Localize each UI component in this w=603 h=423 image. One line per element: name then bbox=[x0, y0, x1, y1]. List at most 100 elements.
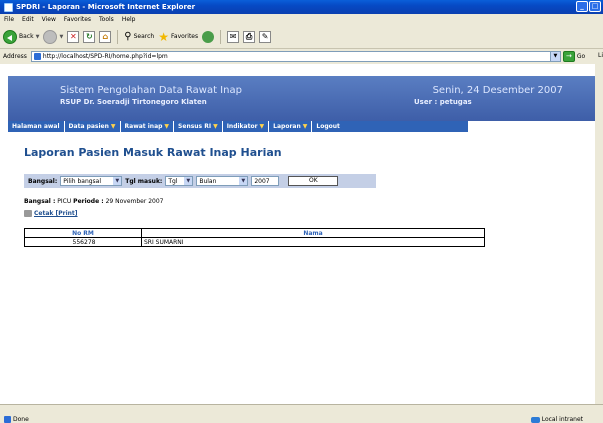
nav-label: Laporan bbox=[273, 123, 301, 130]
page-done-icon bbox=[4, 416, 11, 423]
minimize-button[interactable]: _ bbox=[576, 1, 588, 12]
stop-icon[interactable]: ✕ bbox=[67, 30, 80, 43]
search-button[interactable]: ⚲ Search bbox=[124, 31, 154, 42]
nav-sensus-ri[interactable]: Sensus RI ▼ bbox=[174, 121, 223, 132]
nav-label: Indikator bbox=[226, 123, 258, 130]
print-link-label[interactable]: Cetak [Print] bbox=[34, 210, 78, 217]
tgl-masuk-label: Tgl masuk: bbox=[125, 177, 163, 185]
edit-icon[interactable]: ✎ bbox=[259, 30, 272, 43]
system-name: Sistem Pengolahan Data Rawat Inap bbox=[60, 85, 242, 96]
site-header: Sistem Pengolahan Data Rawat Inap RSUP D… bbox=[8, 76, 595, 121]
meta-bangsal-value: PICU bbox=[57, 198, 72, 205]
bulan-select[interactable]: Bulan ▼ bbox=[196, 176, 249, 186]
nav-halaman-awal[interactable]: Halaman awal bbox=[8, 121, 65, 132]
filter-form: Bangsal: Pilih bangsal ▼ Tgl masuk: Tgl … bbox=[24, 174, 376, 188]
user-info: User : petugas bbox=[414, 98, 472, 106]
menu-view[interactable]: View bbox=[42, 16, 56, 23]
status-bar: Done Local intranet bbox=[0, 404, 603, 423]
address-dropdown-icon[interactable]: ▼ bbox=[549, 52, 560, 61]
tgl-select-value: Tgl bbox=[168, 177, 178, 185]
page-left-margin bbox=[0, 64, 8, 404]
ok-button[interactable]: OK bbox=[288, 176, 339, 186]
dropdown-arrow-icon: ▼ bbox=[259, 123, 265, 130]
cell-no-rm: 556278 bbox=[24, 237, 142, 247]
address-url: http://localhost/SPD-RI/home.php?id=lpm bbox=[42, 53, 168, 60]
nav-data-pasien[interactable]: Data pasien ▼ bbox=[65, 121, 121, 132]
tgl-select[interactable]: Tgl ▼ bbox=[165, 176, 194, 186]
main-nav: Halaman awal Data pasien ▼ Rawat inap ▼ Se… bbox=[8, 121, 468, 132]
nav-label: Halaman awal bbox=[12, 123, 60, 130]
intranet-icon bbox=[530, 416, 540, 423]
year-input[interactable]: 2007 bbox=[251, 176, 280, 186]
print-link[interactable]: Cetak [Print] bbox=[24, 210, 78, 217]
back-dropdown-icon[interactable]: ▼ bbox=[36, 34, 40, 40]
hospital-name: RSUP Dr. Soeradji Tirtonegoro Klaten bbox=[60, 98, 207, 106]
patient-table: No RM Nama 556278 SRI SUMARNI bbox=[24, 228, 485, 247]
forward-dropdown-icon[interactable]: ▼ bbox=[59, 34, 63, 40]
dropdown-arrow-icon: ▼ bbox=[302, 123, 308, 130]
nav-label: Logout bbox=[316, 123, 340, 130]
go-button[interactable]: Go bbox=[577, 53, 585, 60]
menu-edit[interactable]: Edit bbox=[22, 16, 34, 23]
window-controls: _ □ bbox=[576, 1, 601, 12]
printer-icon bbox=[24, 210, 32, 217]
meta-bangsal-label: Bangsal : bbox=[24, 198, 56, 205]
title-bar: SPDRI - Laporan - Microsoft Internet Exp… bbox=[0, 0, 603, 14]
chevron-down-icon: ▼ bbox=[184, 177, 193, 185]
chevron-down-icon: ▼ bbox=[239, 177, 248, 185]
current-date: Senin, 24 Desember 2007 bbox=[432, 85, 563, 96]
dropdown-arrow-icon: ▼ bbox=[213, 123, 218, 130]
nav-logout[interactable]: Logout bbox=[312, 121, 344, 132]
table-row: 556278 SRI SUMARNI bbox=[24, 237, 485, 247]
meta-periode-value: 29 November 2007 bbox=[105, 198, 164, 205]
cell-nama: SRI SUMARNI bbox=[141, 237, 485, 247]
bulan-select-value: Bulan bbox=[199, 177, 217, 185]
column-header-no-rm: No RM bbox=[24, 228, 142, 238]
favorites-star-icon: ★ bbox=[158, 29, 170, 44]
status-zone: Local intranet bbox=[530, 416, 583, 423]
home-icon[interactable]: ⌂ bbox=[99, 30, 112, 43]
back-arrow-icon bbox=[3, 29, 17, 44]
menu-favorites[interactable]: Favorites bbox=[64, 16, 91, 23]
media-icon[interactable] bbox=[202, 30, 215, 43]
search-icon: ⚲ bbox=[124, 31, 132, 42]
address-bar: Address http://localhost/SPD-RI/home.php… bbox=[0, 50, 603, 63]
mail-icon[interactable]: ✉ bbox=[227, 30, 240, 43]
dropdown-arrow-icon: ▼ bbox=[110, 123, 116, 130]
window-title: SPDRI - Laporan - Microsoft Internet Exp… bbox=[16, 3, 196, 11]
address-input[interactable]: http://localhost/SPD-RI/home.php?id=lpm … bbox=[30, 51, 561, 62]
browser-toolbar: Back ▼ ▼ ✕ ↻ ⌂ ⚲ Search ★ Favorites ✉ ⎙ … bbox=[0, 25, 603, 49]
ie-app-icon bbox=[4, 2, 13, 12]
meta-periode-label: Periode : bbox=[73, 198, 104, 205]
address-label: Address bbox=[3, 53, 27, 60]
maximize-button[interactable]: □ bbox=[589, 1, 601, 12]
menu-tools[interactable]: Tools bbox=[99, 16, 114, 23]
nav-label: Sensus RI bbox=[178, 123, 212, 130]
refresh-icon[interactable]: ↻ bbox=[83, 30, 96, 43]
nav-label: Rawat inap bbox=[124, 123, 163, 130]
go-arrow-icon[interactable]: → bbox=[562, 51, 575, 62]
forward-button[interactable]: ▼ bbox=[43, 29, 63, 44]
zone-text: Local intranet bbox=[541, 416, 583, 423]
web-page: Sistem Pengolahan Data Rawat Inap RSUP D… bbox=[8, 64, 595, 404]
table-header-row: No RM Nama bbox=[24, 228, 485, 238]
vertical-scrollbar[interactable] bbox=[595, 64, 603, 404]
nav-indikator[interactable]: Indikator ▼ bbox=[223, 121, 270, 132]
menu-bar: File Edit View Favorites Tools Help bbox=[0, 14, 603, 25]
bangsal-select[interactable]: Pilih bangsal ▼ bbox=[60, 176, 123, 186]
menu-help[interactable]: Help bbox=[122, 16, 136, 23]
nav-rawat-inap[interactable]: Rawat inap ▼ bbox=[121, 121, 175, 132]
page-title: Laporan Pasien Masuk Rawat Inap Harian bbox=[24, 146, 282, 159]
links-toolbar[interactable]: Li bbox=[598, 52, 603, 59]
search-label: Search bbox=[133, 33, 155, 40]
menu-file[interactable]: File bbox=[4, 16, 14, 23]
dropdown-arrow-icon: ▼ bbox=[164, 123, 170, 130]
nav-laporan[interactable]: Laporan ▼ bbox=[269, 121, 313, 132]
print-toolbar-icon[interactable]: ⎙ bbox=[243, 30, 256, 43]
toolbar-separator-2 bbox=[220, 29, 222, 44]
report-meta: Bangsal : PICU Periode : 29 November 200… bbox=[24, 198, 164, 205]
back-button[interactable]: Back ▼ bbox=[3, 29, 40, 44]
status-done: Done bbox=[4, 416, 29, 423]
favorites-button[interactable]: ★ Favorites bbox=[158, 30, 198, 44]
back-label: Back bbox=[19, 33, 34, 40]
